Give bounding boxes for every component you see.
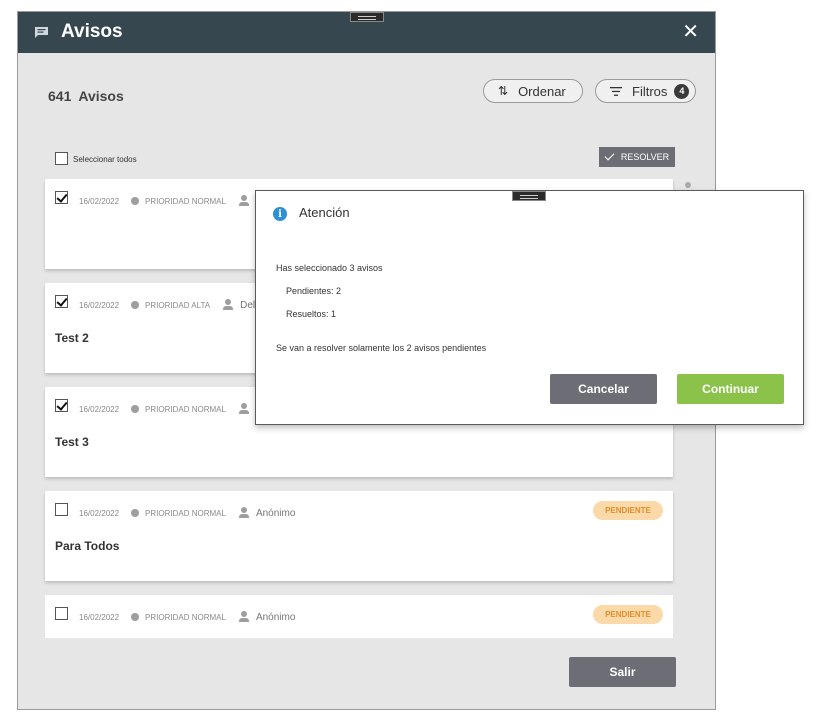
sort-label: Ordenar xyxy=(518,83,566,99)
person-icon xyxy=(238,195,250,207)
notice-priority: PRIORIDAD NORMAL xyxy=(145,404,226,414)
priority-dot-icon xyxy=(131,301,140,309)
dialog-pending-count: Pendientes: 2 xyxy=(286,286,342,296)
close-icon[interactable]: ✕ xyxy=(682,21,699,43)
filter-label: Filtros xyxy=(632,83,668,99)
notice-count: 641 Avisos xyxy=(48,88,131,104)
select-all-checkbox[interactable] xyxy=(55,152,68,165)
select-all-label: Seleccionar todos xyxy=(73,155,137,164)
person-icon xyxy=(222,299,234,311)
notice-checkbox[interactable] xyxy=(55,607,68,620)
notice-title: Test 2 xyxy=(55,331,89,345)
notice-author: Anónimo xyxy=(255,611,296,623)
notice-checkbox[interactable] xyxy=(55,503,68,516)
priority-dot-icon xyxy=(131,197,140,205)
status-badge: PENDIENTE xyxy=(593,605,663,624)
notice-checkbox[interactable] xyxy=(55,399,68,412)
notice-meta: 16/02/2022 PRIORIDAD NORMAL Anónimo xyxy=(79,611,295,623)
exit-button[interactable]: Salir xyxy=(569,657,676,687)
dialog-title: Atención xyxy=(299,205,350,220)
checkmark-icon xyxy=(604,150,615,161)
filter-icon xyxy=(610,86,622,96)
notice-meta: 16/02/2022 PRIORIDAD NORMAL xyxy=(79,195,256,207)
info-icon: i xyxy=(273,207,287,221)
cancel-button[interactable]: Cancelar xyxy=(550,374,657,404)
notice-priority: PRIORIDAD NORMAL xyxy=(145,612,226,622)
notice-card[interactable]: 16/02/2022 PRIORIDAD NORMAL Anónimo PEND… xyxy=(45,491,673,581)
notice-card[interactable]: 16/02/2022 PRIORIDAD NORMAL Anónimo PEND… xyxy=(45,595,673,638)
notice-author: Anónimo xyxy=(255,507,296,519)
status-badge: PENDIENTE xyxy=(593,501,663,520)
notice-date: 16/02/2022 xyxy=(79,300,120,310)
dialog-drag-handle[interactable] xyxy=(512,191,546,201)
message-icon xyxy=(35,27,48,38)
notice-title: Para Todos xyxy=(55,539,120,553)
confirm-dialog: i Atención Has seleccionado 3 avisos Pen… xyxy=(255,190,804,425)
notice-meta: 16/02/2022 PRIORIDAD ALTA Del xyxy=(79,299,255,311)
person-icon xyxy=(238,611,250,623)
notice-checkbox[interactable] xyxy=(55,295,68,308)
notice-title: Test 3 xyxy=(55,435,89,449)
notice-priority: PRIORIDAD NORMAL xyxy=(145,508,226,518)
notice-priority: PRIORIDAD ALTA xyxy=(145,300,211,310)
notice-date: 16/02/2022 xyxy=(79,404,120,414)
notice-meta: 16/02/2022 PRIORIDAD NORMAL xyxy=(79,403,256,415)
continue-button[interactable]: Continuar xyxy=(677,374,784,404)
notice-author: Del xyxy=(240,299,256,311)
priority-dot-icon xyxy=(131,613,140,621)
notice-date: 16/02/2022 xyxy=(79,196,120,206)
notice-date: 16/02/2022 xyxy=(79,612,120,622)
sort-arrows-icon: ⇅ xyxy=(498,84,509,98)
drag-handle[interactable] xyxy=(350,12,384,22)
notice-date: 16/02/2022 xyxy=(79,508,120,518)
dialog-resolved-count: Resueltos: 1 xyxy=(286,309,337,319)
priority-dot-icon xyxy=(131,509,140,517)
notice-checkbox[interactable] xyxy=(55,191,68,204)
window-title: Avisos xyxy=(61,21,123,42)
person-icon xyxy=(238,507,250,519)
notice-meta: 16/02/2022 PRIORIDAD NORMAL Anónimo xyxy=(79,507,295,519)
scrollbar-thumb[interactable] xyxy=(685,182,691,188)
priority-dot-icon xyxy=(131,405,140,413)
notice-priority: PRIORIDAD NORMAL xyxy=(145,196,226,206)
filter-button[interactable]: Filtros 4 xyxy=(595,79,696,103)
dialog-note: Se van a resolver solamente los 2 avisos… xyxy=(276,343,487,353)
filter-count-badge: 4 xyxy=(674,83,690,99)
person-icon xyxy=(238,403,250,415)
resolve-button[interactable]: RESOLVER xyxy=(599,147,675,167)
sort-button[interactable]: ⇅ Ordenar xyxy=(483,79,583,103)
resolve-label: RESOLVER xyxy=(620,152,670,162)
notice-count-number: 641 xyxy=(48,88,72,104)
notice-count-label: Avisos xyxy=(78,88,124,104)
dialog-selected-count: Has seleccionado 3 avisos xyxy=(276,263,383,273)
